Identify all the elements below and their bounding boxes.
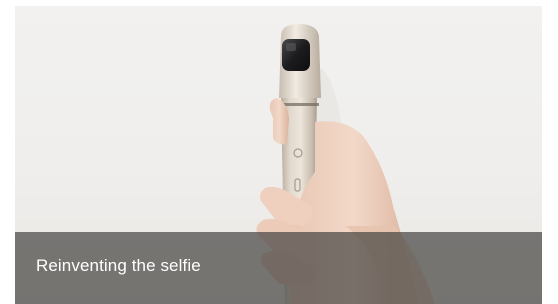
camera-lens	[282, 39, 310, 71]
page-frame: Reinventing the selfie	[0, 0, 558, 304]
caption-overlay: Reinventing the selfie	[15, 232, 542, 304]
hero-caption[interactable]: Reinventing the selfie	[36, 256, 201, 276]
hero-card[interactable]: Reinventing the selfie	[15, 6, 542, 304]
